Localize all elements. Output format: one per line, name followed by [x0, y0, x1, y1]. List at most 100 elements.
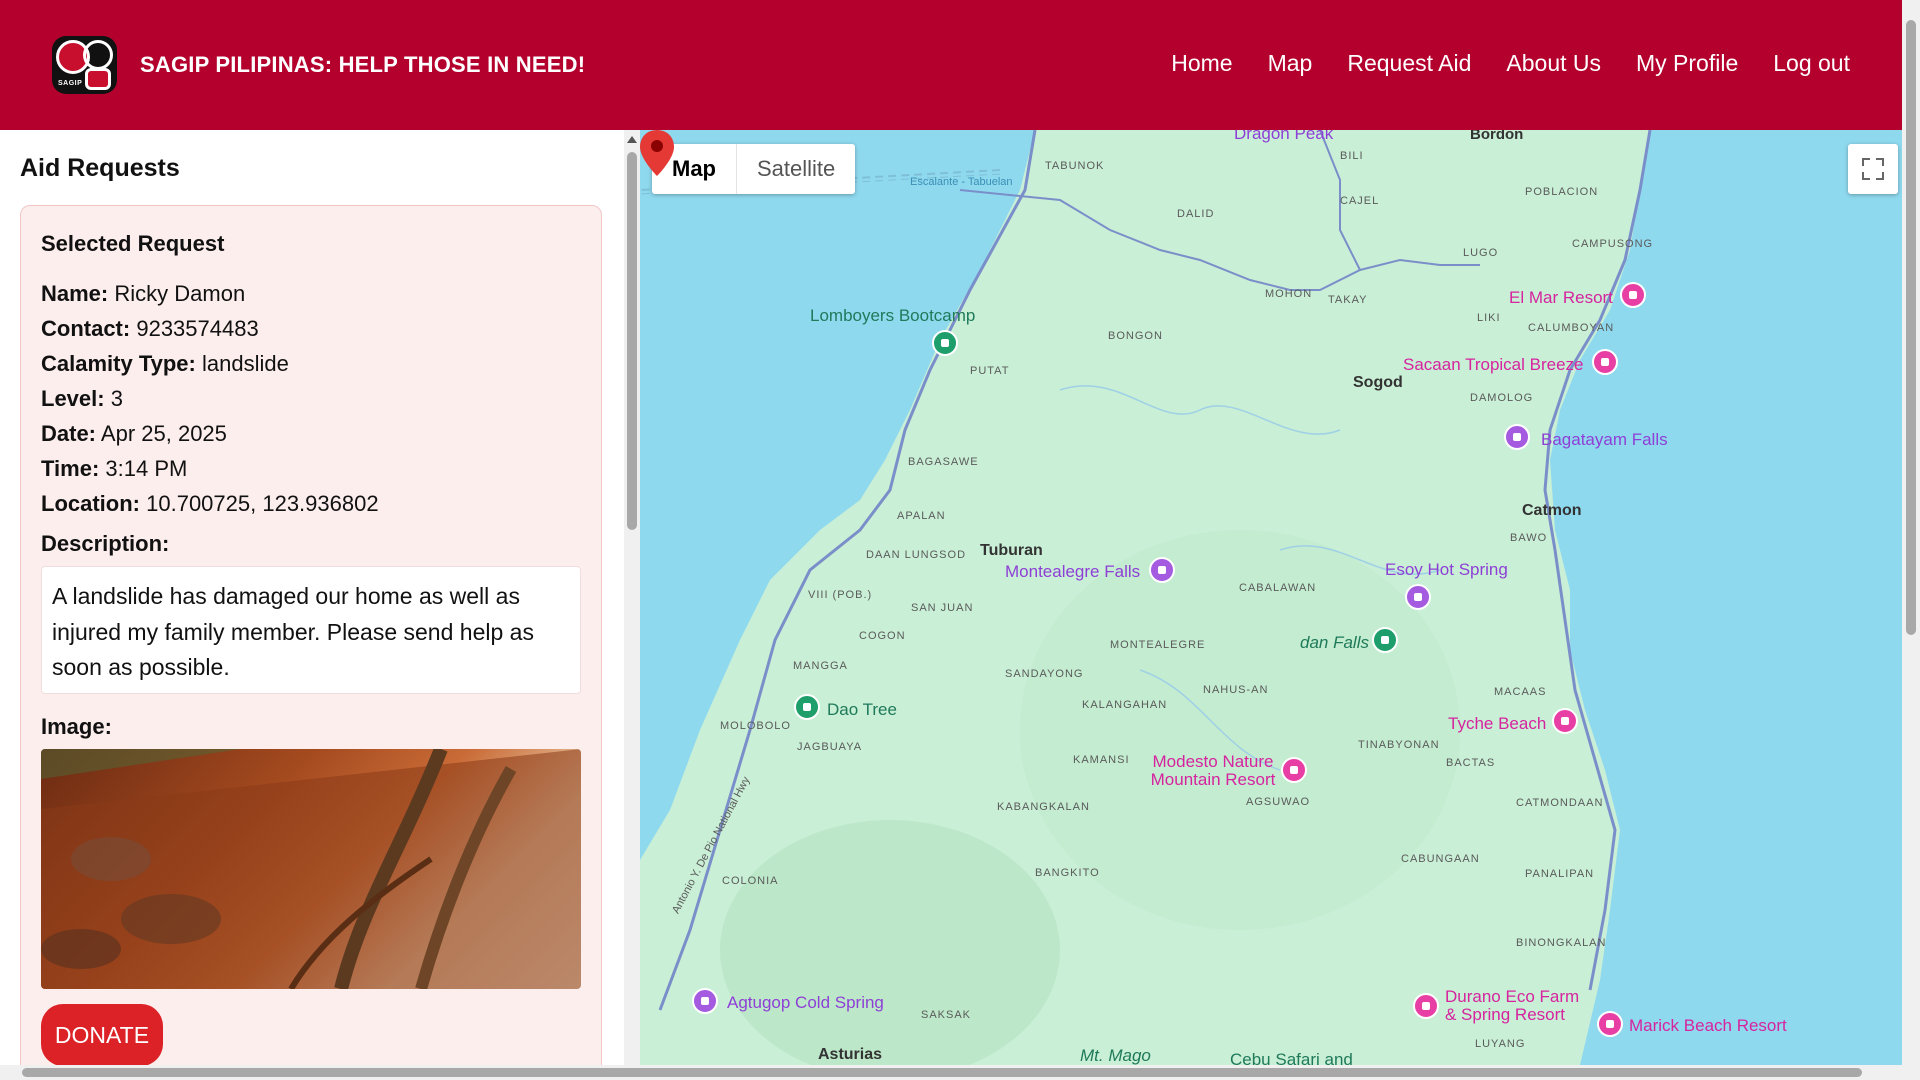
selected-location-marker-icon[interactable] [640, 130, 674, 176]
place-label: SAN JUAN [911, 602, 974, 614]
place-label: PANALIPAN [1525, 868, 1595, 880]
park-icon[interactable] [932, 330, 958, 356]
panel-scrollbar-thumb[interactable] [627, 152, 637, 530]
horizontal-scrollbar[interactable] [0, 1065, 1920, 1080]
camera-icon[interactable] [1149, 557, 1175, 583]
page-scrollbar-thumb[interactable] [1906, 20, 1916, 635]
place-label: KABANGKALAN [997, 801, 1090, 813]
poi-label[interactable]: Mt. Mago [1080, 1046, 1151, 1065]
time-label: Time: [41, 456, 100, 481]
donate-button[interactable]: DONATE [41, 1004, 163, 1065]
poi-label[interactable]: Modesto Nature Mountain Resort [1148, 753, 1278, 789]
place-label: BINONGKALAN [1516, 937, 1607, 949]
place-label: DAAN LUNGSOD [866, 549, 967, 561]
contact-label: Contact: [41, 316, 131, 341]
map-type-satellite-button[interactable]: Satellite [737, 144, 855, 194]
place-label: COGON [859, 630, 906, 642]
horizontal-scrollbar-thumb[interactable] [22, 1068, 1862, 1077]
page-scrollbar[interactable] [1902, 0, 1920, 1065]
resort-icon[interactable] [1413, 993, 1439, 1019]
place-label: BAWO [1510, 532, 1548, 544]
poi-label[interactable]: Durano Eco Farm & Spring Resort [1445, 988, 1585, 1024]
resort-icon[interactable] [1281, 757, 1307, 783]
name-label: Name: [41, 281, 109, 306]
logo-text: SAGIP [58, 80, 83, 87]
location-value: 10.700725, 123.936802 [146, 491, 379, 516]
sagip-logo-icon[interactable]: SAGIP [52, 36, 117, 94]
poi-label[interactable]: Agtugop Cold Spring [727, 993, 884, 1013]
description-text: A landslide has damaged our home as well… [41, 566, 581, 694]
park-icon[interactable] [794, 694, 820, 720]
place-label: COLONIA [722, 875, 779, 887]
calamity-label: Calamity Type: [41, 351, 196, 376]
poi-label[interactable]: El Mar Resort [1509, 288, 1613, 308]
road-label: Escalante - Tabuelan [910, 176, 1013, 188]
level-label: Level: [41, 386, 105, 411]
camera-icon[interactable] [1504, 424, 1530, 450]
place-label: SANDAYONG [1005, 668, 1084, 680]
place-label: TINABYONAN [1358, 739, 1440, 751]
resort-icon[interactable] [1552, 708, 1578, 734]
resort-icon[interactable] [1592, 349, 1618, 375]
place-label: BILI [1340, 150, 1364, 162]
nav-my-profile-link[interactable]: My Profile [1636, 50, 1738, 77]
level-value: 3 [110, 386, 123, 411]
poi-label[interactable]: Tyche Beach [1448, 714, 1546, 734]
poi-label[interactable]: Esoy Hot Spring [1385, 560, 1508, 580]
camera-icon[interactable] [1405, 584, 1431, 610]
request-details: Name: Ricky Damon Contact: 9233574483 Ca… [41, 276, 379, 521]
place-label: MANGGA [793, 660, 848, 672]
panel-scrollbar[interactable] [624, 130, 640, 1065]
map-type-control: Map Satellite [652, 144, 856, 194]
poi-label[interactable]: Cebu Safari and [1230, 1050, 1353, 1065]
place-label: BANGKITO [1035, 867, 1100, 879]
place-label: CABALAWAN [1239, 582, 1317, 594]
poi-label[interactable]: Dragon Peak [1234, 130, 1333, 144]
poi-label[interactable]: Marick Beach Resort [1629, 1016, 1787, 1036]
poi-label[interactable]: Montealegre Falls [1005, 562, 1140, 582]
place-label: DAMOLOG [1470, 392, 1534, 404]
fullscreen-icon[interactable] [1848, 144, 1898, 194]
card-heading: Selected Request [41, 231, 225, 256]
place-label: MOHON [1265, 288, 1313, 300]
nav-request-aid-link[interactable]: Request Aid [1347, 50, 1471, 77]
scroll-up-arrow-icon[interactable] [627, 136, 637, 143]
place-label: LUYANG [1475, 1038, 1526, 1050]
poi-label[interactable]: Sacaan Tropical Breeze [1403, 355, 1584, 375]
nav-home-link[interactable]: Home [1171, 50, 1232, 77]
camera-icon[interactable] [692, 988, 718, 1014]
nav-about-us-link[interactable]: About Us [1506, 50, 1601, 77]
place-label: LUGO [1463, 247, 1499, 259]
resort-icon[interactable] [1620, 282, 1646, 308]
contact-value: 9233574483 [136, 316, 259, 341]
place-label: DALID [1177, 208, 1215, 220]
level-row: Level: 3 [41, 381, 379, 416]
park-icon[interactable] [1372, 627, 1398, 653]
resort-icon[interactable] [1597, 1011, 1623, 1037]
place-label: CATMONDAAN [1516, 797, 1604, 809]
poi-label[interactable]: Lomboyers Bootcamp [810, 306, 975, 326]
place-label: CALUMBOYAN [1528, 322, 1615, 334]
aid-requests-panel: Aid Requests Selected Request Name: Rick… [0, 130, 640, 1065]
map-view[interactable]: Map Satellite Sogod Tuburan Catmon Astur… [640, 130, 1902, 1065]
place-label: AGSUWAO [1246, 796, 1311, 808]
place-label: JAGBUAYA [797, 741, 863, 753]
city-label: Catmon [1522, 502, 1582, 519]
place-label: MOLOBOLO [720, 720, 791, 732]
poi-label[interactable]: Bagatayam Falls [1541, 430, 1668, 450]
site-title: SAGIP PILIPINAS: HELP THOSE IN NEED! [140, 52, 586, 77]
place-label: CAJEL [1340, 195, 1380, 207]
nav-map-link[interactable]: Map [1268, 50, 1313, 77]
poi-label[interactable]: Dao Tree [827, 700, 897, 720]
poi-label[interactable]: dan Falls [1300, 633, 1369, 653]
name-row: Name: Ricky Damon [41, 276, 379, 311]
top-navbar: SAGIP SAGIP PILIPINAS: HELP THOSE IN NEE… [0, 0, 1902, 130]
image-label: Image: [41, 714, 112, 739]
place-label: BONGON [1108, 330, 1163, 342]
nav-logout-link[interactable]: Log out [1773, 50, 1850, 77]
place-label: CAMPUSONG [1572, 238, 1654, 250]
date-row: Date: Apr 25, 2025 [41, 416, 379, 451]
location-row: Location: 10.700725, 123.936802 [41, 486, 379, 521]
name-value: Ricky Damon [114, 281, 246, 306]
selected-request-card: Selected Request Name: Ricky Damon Conta… [20, 205, 602, 1065]
